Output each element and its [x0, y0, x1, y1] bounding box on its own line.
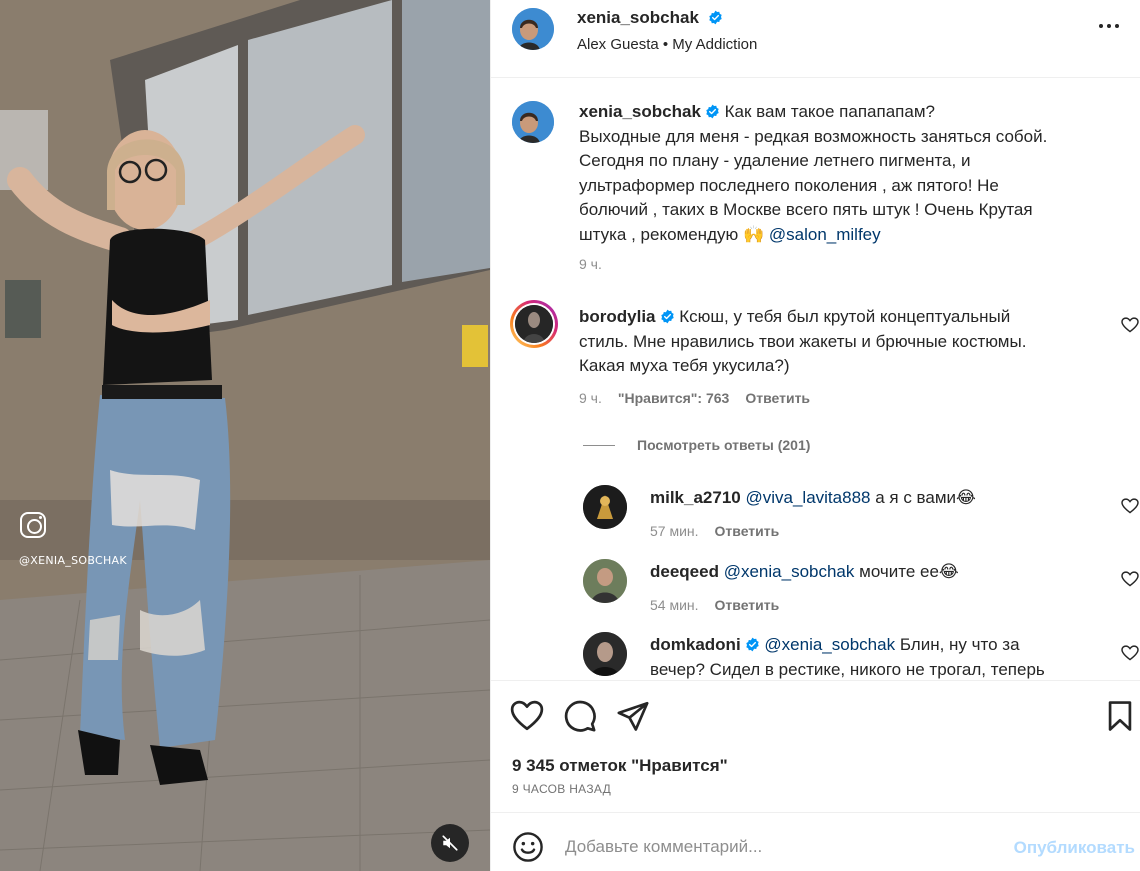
comment-line: Ксюш, у тебя был крутой концептуальный [679, 307, 1011, 326]
instagram-logo-icon [20, 512, 46, 538]
mention-link[interactable]: @xenia_sobchak [764, 635, 895, 654]
reply-username[interactable]: milk_a2710 [650, 488, 741, 507]
mention-link[interactable]: @salon_milfey [769, 225, 881, 244]
post-time[interactable]: 9 ЧАСОВ НАЗАД [512, 782, 611, 796]
publish-button[interactable]: Опубликовать [1014, 838, 1135, 858]
view-replies-button[interactable]: Посмотреть ответы (201) [583, 437, 810, 453]
avatar[interactable] [583, 632, 627, 676]
caption-line: Выходные для меня - редкая возможность з… [579, 126, 1048, 146]
more-horizontal-icon [1099, 24, 1103, 28]
post-caption: xenia_sobchak Как вам такое папапапам? В… [579, 100, 1119, 247]
caption-line: болючий , таких в Москве всего пять штук… [579, 200, 1033, 219]
comment-bubble-icon[interactable] [563, 699, 597, 733]
comment-time[interactable]: 9 ч. [579, 390, 602, 406]
comment-avatar-wrap [510, 300, 558, 348]
avatar[interactable] [583, 485, 627, 529]
comment-meta: 9 ч. "Нравится": 763 Ответить [579, 390, 810, 406]
verified-badge-icon [660, 309, 674, 324]
comment-like-heart-icon[interactable] [1121, 571, 1139, 587]
speaker-muted-icon [442, 835, 458, 851]
divider-line [583, 444, 615, 446]
likes-count[interactable]: 9 345 отметок "Нравится" [512, 756, 728, 776]
video-frame [0, 0, 490, 871]
comments-list[interactable]: xenia_sobchak Как вам такое папапапам? В… [491, 79, 1140, 679]
like-heart-icon[interactable] [510, 699, 544, 733]
avatar[interactable] [512, 8, 554, 50]
caption-username[interactable]: xenia_sobchak [579, 102, 701, 121]
reply-text: мочите ее😂 [859, 562, 959, 581]
reply-comment: milk_a2710 @viva_lavita888 а я с вами😂 [650, 486, 1090, 511]
more-options-button[interactable] [1095, 16, 1123, 36]
reply-comment: deeqeed @xenia_sobchak мочите ее😂 [650, 560, 1090, 585]
post-header: xenia_sobchak Alex Guesta • My Addiction [491, 0, 1140, 78]
reply-meta: 57 мин. Ответить [650, 523, 779, 539]
comment-like-heart-icon[interactable] [1121, 317, 1139, 333]
emoji-icon[interactable] [512, 831, 544, 863]
caption-line: Как вам такое папапапам? [724, 102, 935, 121]
story-ring[interactable] [510, 300, 558, 348]
reply-comment: domkadoni @xenia_sobchak Блин, ну что за… [650, 633, 1090, 679]
caption-time[interactable]: 9 ч. [579, 256, 602, 272]
share-paper-plane-icon[interactable] [616, 699, 650, 733]
comment-input[interactable] [565, 829, 995, 865]
reply-button[interactable]: Ответить [715, 597, 780, 613]
comment-likes-count[interactable]: "Нравится": 763 [618, 390, 729, 406]
mute-toggle-button[interactable] [431, 824, 469, 862]
verified-badge-icon [708, 10, 722, 25]
caption-meta: 9 ч. [579, 256, 602, 272]
reply-username[interactable]: domkadoni [650, 635, 741, 654]
mention-link[interactable]: @viva_lavita888 [745, 488, 870, 507]
avatar [515, 305, 553, 343]
avatar[interactable] [583, 559, 627, 603]
comment-username[interactable]: borodylia [579, 307, 656, 326]
caption-avatar-wrap [512, 101, 554, 143]
post-actions: 9 345 отметок "Нравится" 9 ЧАСОВ НАЗАД [491, 680, 1140, 805]
add-comment-bar: Опубликовать [491, 812, 1140, 871]
video-watermark: @XENIA_SOBCHAK [19, 554, 127, 567]
reply-button[interactable]: Ответить [745, 390, 810, 406]
caption-line: Сегодня по плану - удаление летнего пигм… [579, 151, 971, 170]
comment-line: стиль. Мне нравились твои жакеты и брючн… [579, 331, 1027, 351]
mention-link[interactable]: @xenia_sobchak [724, 562, 855, 581]
audio-track-link[interactable]: Alex Guesta • My Addiction [577, 36, 757, 53]
bookmark-icon[interactable] [1103, 699, 1137, 733]
comment-like-heart-icon[interactable] [1121, 645, 1139, 661]
post-media[interactable]: @XENIA_SOBCHAK [0, 0, 490, 871]
post-author[interactable]: xenia_sobchak [577, 8, 723, 28]
caption-line: штука , рекомендую 🙌 [579, 224, 765, 244]
comment-like-heart-icon[interactable] [1121, 498, 1139, 514]
comment-line: Какая муха тебя укусила?) [579, 356, 790, 375]
caption-line: ультраформер последнего поколения , аж п… [579, 175, 999, 195]
reply-button[interactable]: Ответить [715, 523, 780, 539]
reply-time[interactable]: 57 мин. [650, 523, 699, 539]
comment: borodylia Ксюш, у тебя был крутой концеп… [579, 305, 1099, 379]
post-panel: xenia_sobchak Alex Guesta • My Addiction [490, 0, 1140, 871]
verified-badge-icon [706, 104, 719, 119]
reply-meta: 54 мин. Ответить [650, 597, 779, 613]
reply-time[interactable]: 54 мин. [650, 597, 699, 613]
avatar[interactable] [512, 101, 554, 143]
reply-username[interactable]: deeqeed [650, 562, 719, 581]
reply-text: Блин, ну что за [899, 635, 1020, 654]
reply-text: вечер? Сидел в рестике, никого не трогал… [650, 659, 1045, 679]
reply-text: а я с вами😂 [875, 488, 976, 507]
verified-badge-icon [745, 637, 759, 652]
